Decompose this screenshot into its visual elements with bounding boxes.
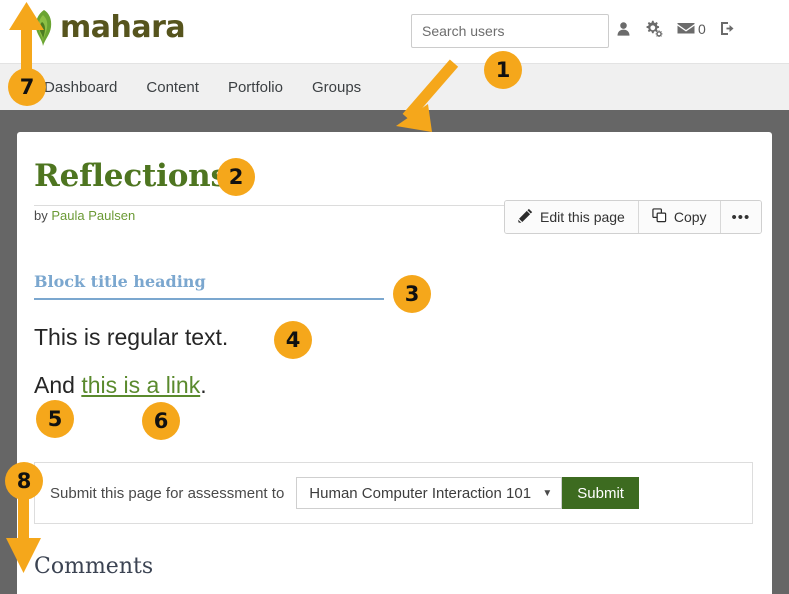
annotation-badge-6: 6 (142, 402, 180, 440)
paragraph-2-suffix: . (200, 372, 207, 398)
nav-item-content[interactable]: Content (146, 79, 199, 96)
byline-prefix: by (34, 208, 48, 223)
annotation-badge-8: 8 (5, 462, 43, 500)
byline: by Paula Paulsen (34, 208, 135, 223)
user-icon[interactable] (616, 21, 631, 37)
block-paragraph-1: This is regular text. (34, 324, 229, 350)
copy-icon (652, 208, 667, 226)
assessment-group-selected: Human Computer Interaction 101 (309, 484, 532, 502)
copy-label: Copy (673, 209, 707, 225)
gears-icon[interactable] (645, 20, 663, 37)
annotation-badge-4: 4 (274, 321, 312, 359)
page-action-buttons: Edit this page Copy ••• (504, 200, 763, 234)
annotation-badge-7: 7 (8, 68, 46, 106)
block-paragraph-2: And this is a link. (34, 372, 207, 399)
assessment-group-select[interactable]: Human Computer Interaction 101 ▼ (296, 477, 563, 509)
header-icon-group: 0 (616, 20, 736, 37)
nav-item-dashboard[interactable]: Dashboard (44, 79, 117, 96)
author-link[interactable]: Paula Paulsen (51, 208, 135, 223)
site-header: mahara Search users 0 (0, 0, 789, 63)
search-users-box[interactable] (411, 14, 609, 48)
message-count: 0 (698, 20, 706, 37)
mahara-koru-logo-icon (28, 8, 58, 48)
annotation-badge-2: 2 (217, 158, 255, 196)
copy-button[interactable]: Copy (638, 201, 721, 233)
edit-this-page-button[interactable]: Edit this page (505, 201, 639, 233)
nav-item-portfolio[interactable]: Portfolio (228, 79, 283, 96)
comments-heading: Comments (34, 554, 154, 579)
content-panel: Reflections by Paula Paulsen Edit this p… (17, 132, 772, 594)
page-title: Reflections (34, 158, 228, 194)
pencil-icon (518, 208, 533, 226)
nav-item-groups[interactable]: Groups (312, 79, 361, 96)
chevron-down-icon: ▼ (542, 487, 553, 499)
paragraph-2-prefix: And (34, 372, 82, 398)
ellipsis-icon: ••• (731, 208, 751, 226)
submit-for-assessment-panel: Submit this page for assessment to Human… (34, 462, 753, 524)
annotation-badge-5: 5 (36, 400, 74, 438)
envelope-icon[interactable]: 0 (677, 22, 706, 36)
annotation-badge-1: 1 (484, 51, 522, 89)
site-logo[interactable]: mahara (28, 7, 186, 49)
edit-this-page-label: Edit this page (540, 209, 625, 225)
inline-link[interactable]: this is a link (81, 372, 200, 398)
search-input[interactable] (412, 15, 608, 47)
annotation-badge-3: 3 (393, 275, 431, 313)
block-title-heading: Block title heading (34, 272, 384, 300)
nav-item-list: Dashboard Content Portfolio Groups (44, 64, 361, 111)
submit-row: Submit this page for assessment to Human… (50, 463, 639, 523)
site-logo-text: mahara (60, 10, 186, 45)
screenshot-root: mahara Search users 0 Dashboard Content … (0, 0, 789, 594)
submit-button[interactable]: Submit (562, 477, 639, 509)
submit-label: Submit this page for assessment to (50, 484, 285, 502)
logout-icon[interactable] (720, 21, 736, 36)
more-actions-button[interactable]: ••• (720, 201, 762, 233)
main-navbar: Dashboard Content Portfolio Groups (0, 63, 789, 110)
